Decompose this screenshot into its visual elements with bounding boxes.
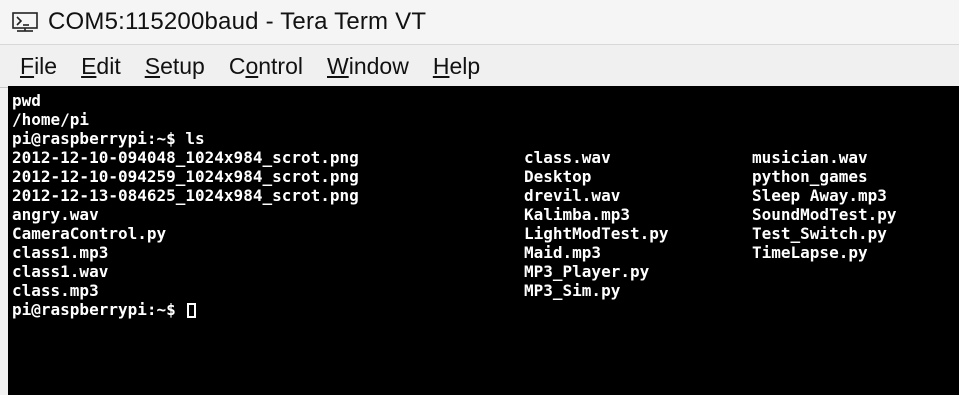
ls-entry: CameraControl.py <box>12 224 167 243</box>
ls-output-row: CameraControl.py LightModTest.py Test_Sw… <box>12 224 887 243</box>
terminal-line: pwd <box>12 91 41 110</box>
menu-window-label: indow <box>348 52 409 79</box>
ls-entry: 2012-12-10-094259_1024x984_scrot.png <box>12 167 359 186</box>
menu-help-label: elp <box>449 52 481 79</box>
tera-term-window: COM5:115200baud - Tera Term VT File Edit… <box>0 0 959 395</box>
ls-output-row: angry.wav Kalimba.mp3 SoundModTest.py <box>12 205 897 224</box>
menu-help[interactable]: Help <box>431 51 482 82</box>
menu-control-prefix: C <box>228 52 246 79</box>
menu-file-mnemonic: F <box>20 52 35 79</box>
ls-entry: MP3_Player.py <box>524 262 650 281</box>
ls-output-row: 2012-12-10-094259_1024x984_scrot.png Des… <box>12 167 868 186</box>
window-title: COM5:115200baud - Tera Term VT <box>48 8 427 35</box>
terminal-output: pwd /home/pi pi@raspberrypi:~$ ls 2012-1… <box>12 91 897 319</box>
menu-edit-mnemonic: E <box>81 52 97 79</box>
ls-entry: python_games <box>752 167 868 186</box>
ls-entry: LightModTest.py <box>524 224 669 243</box>
ls-entry: drevil.wav <box>524 186 621 205</box>
terminal-line: pi@raspberrypi:~$ ls <box>12 129 205 148</box>
menu-setup-mnemonic: S <box>144 52 161 79</box>
menu-file[interactable]: File <box>18 51 59 82</box>
tera-term-icon[interactable] <box>10 9 40 35</box>
ls-entry: Test_Switch.py <box>752 224 887 243</box>
ls-entry: 2012-12-13-084625_1024x984_scrot.png <box>12 186 359 205</box>
ls-output-row: 2012-12-13-084625_1024x984_scrot.png dre… <box>12 186 887 205</box>
menu-edit[interactable]: Edit <box>79 51 123 82</box>
ls-output-row: class1.wav MP3_Player.py <box>12 262 649 281</box>
ls-entry: TimeLapse.py <box>752 243 868 262</box>
menu-setup[interactable]: Setup <box>143 51 207 82</box>
menu-window[interactable]: Window <box>325 51 411 82</box>
menu-control[interactable]: Control <box>227 51 305 82</box>
ls-entry: class.wav <box>524 148 611 167</box>
menu-control-mnemonic: o <box>245 52 259 79</box>
menu-edit-label: dit <box>96 52 121 79</box>
ls-output-row: 2012-12-10-094048_1024x984_scrot.png cla… <box>12 148 868 167</box>
ls-entry: class.mp3 <box>12 281 99 300</box>
ls-entry: SoundModTest.py <box>752 205 897 224</box>
ls-output-row: class.mp3 MP3_Sim.py <box>12 281 620 300</box>
terminal-line: /home/pi <box>12 110 90 129</box>
menu-control-label: ntrol <box>258 52 303 79</box>
ls-entry: Desktop <box>524 167 592 186</box>
ls-entry: Kalimba.mp3 <box>524 205 630 224</box>
menu-setup-label: etup <box>160 52 205 79</box>
ls-entry: angry.wav <box>12 205 99 224</box>
ls-entry: MP3_Sim.py <box>524 281 621 300</box>
menu-window-mnemonic: W <box>327 52 349 79</box>
menu-help-mnemonic: H <box>432 52 450 79</box>
ls-entry: musician.wav <box>752 148 868 167</box>
ls-entry: Sleep Away.mp3 <box>752 186 887 205</box>
text-cursor <box>187 303 197 318</box>
ls-entry: class1.wav <box>12 262 109 281</box>
ls-entry: Maid.mp3 <box>524 243 602 262</box>
ls-entry: 2012-12-10-094048_1024x984_scrot.png <box>12 148 359 167</box>
terminal-screen[interactable]: pwd /home/pi pi@raspberrypi:~$ ls 2012-1… <box>8 86 959 395</box>
ls-entry: class1.mp3 <box>12 243 109 262</box>
menu-bar: File Edit Setup Control Window Help <box>0 44 959 88</box>
ls-output-row: class1.mp3 Maid.mp3 TimeLapse.py <box>12 243 868 262</box>
menu-file-label: ile <box>34 52 58 79</box>
title-bar[interactable]: COM5:115200baud - Tera Term VT <box>0 0 959 44</box>
